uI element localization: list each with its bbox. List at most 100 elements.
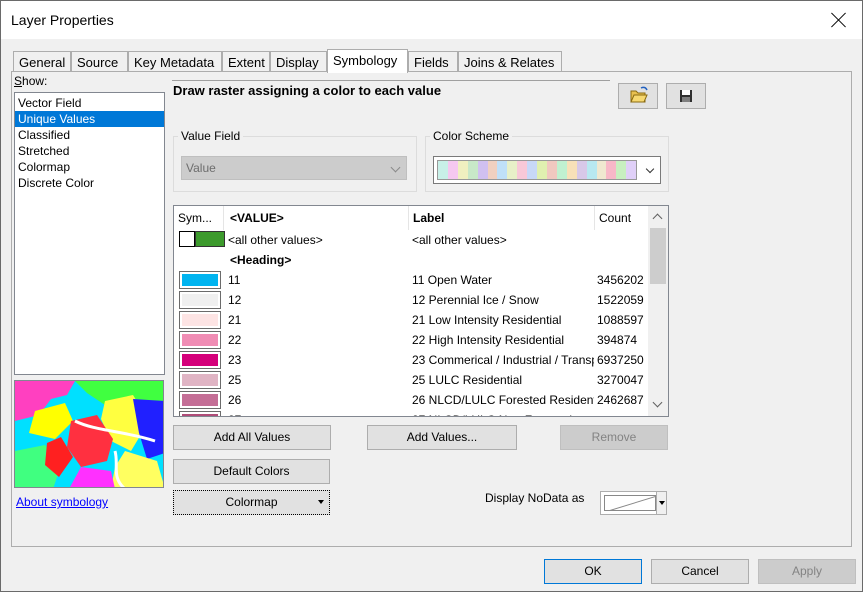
other-values-swatch-outline	[179, 231, 195, 247]
tab-display[interactable]: Display	[270, 51, 327, 72]
table-row[interactable]: 26 26 NLCD/LULC Forested Residential 24626…	[174, 390, 647, 410]
save-disk-icon	[680, 90, 692, 102]
table-row[interactable]: 21 21 Low Intensity Residential 1088597	[174, 310, 647, 330]
symbol-swatch[interactable]	[179, 291, 221, 309]
show-label-text: how:	[22, 74, 48, 88]
other-values-swatch-fill	[195, 231, 225, 247]
row-count: 2462687	[597, 393, 644, 407]
chevron-down-icon	[390, 162, 401, 173]
nodata-color-swatch	[604, 495, 656, 511]
ok-button[interactable]: OK	[544, 559, 642, 584]
symbol-swatch[interactable]	[179, 391, 221, 409]
color-ramp-swatch	[626, 161, 637, 179]
color-scheme-select[interactable]	[433, 156, 661, 184]
symbol-swatch[interactable]	[179, 331, 221, 349]
window-title: Layer Properties	[11, 12, 114, 28]
row-count: 1088597	[597, 313, 644, 327]
table-row-heading[interactable]: <Heading>	[174, 250, 647, 270]
table-row-all-other[interactable]: <all other values> <all other values>	[174, 230, 647, 250]
about-symbology-link[interactable]: About symbology	[16, 495, 108, 509]
row-label: 12 Perennial Ice / Snow	[412, 293, 539, 307]
scroll-up-icon[interactable]	[652, 213, 663, 224]
color-ramp-swatch	[507, 161, 518, 179]
no-color-icon	[609, 496, 655, 510]
header-label[interactable]: Label	[409, 206, 595, 230]
symbol-swatch[interactable]	[179, 411, 221, 416]
layer-properties-dialog: Layer Properties General Source Key Meta…	[0, 0, 863, 592]
table-row[interactable]: 25 25 LULC Residential 3270047	[174, 370, 647, 390]
color-ramp-swatch	[477, 161, 488, 179]
table-row[interactable]: 11 11 Open Water 3456202	[174, 270, 647, 290]
table-row[interactable]: 23 23 Commerical / Industrial / Transport…	[174, 350, 647, 370]
show-item-classified[interactable]: Classified	[15, 127, 164, 143]
row-label: 27 NLCD/LULC Non-Forested	[412, 413, 594, 416]
add-all-values-button[interactable]: Add All Values	[173, 425, 331, 450]
preview-map-graphic	[15, 381, 163, 487]
row-label: 21 Low Intensity Residential	[412, 313, 562, 327]
tab-joins-relates[interactable]: Joins & Relates	[458, 51, 562, 72]
unique-values-grid[interactable]: Sym... <VALUE> Label Count <all other va…	[173, 205, 669, 417]
row-value: 22	[228, 333, 242, 347]
colormap-menu-button[interactable]: Colormap	[173, 490, 330, 515]
show-item-vector-field[interactable]: Vector Field	[15, 95, 164, 111]
show-list[interactable]: Vector Field Unique Values Classified St…	[14, 92, 165, 375]
value-field-select[interactable]: Value	[181, 156, 407, 180]
show-item-stretched[interactable]: Stretched	[15, 143, 164, 159]
symbol-swatch[interactable]	[179, 351, 221, 369]
renderer-description: Draw raster assigning a color to each va…	[172, 80, 610, 110]
show-item-colormap[interactable]: Colormap	[15, 159, 164, 175]
remove-button[interactable]: Remove	[560, 425, 668, 450]
row-value: 11	[228, 273, 241, 287]
symbol-swatch[interactable]	[179, 311, 221, 329]
tab-general[interactable]: General	[13, 51, 71, 72]
tab-key-metadata[interactable]: Key Metadata	[128, 51, 222, 72]
color-ramp-swatch	[537, 161, 547, 179]
symbol-swatch[interactable]	[179, 371, 221, 389]
nodata-color-picker[interactable]	[600, 491, 667, 515]
cancel-button[interactable]: Cancel	[651, 559, 749, 584]
color-ramp-swatch	[596, 161, 607, 179]
grid-vertical-scrollbar[interactable]	[648, 206, 668, 416]
show-item-unique-values[interactable]: Unique Values	[15, 111, 164, 127]
table-row[interactable]: 27 27 NLCD/LULC Non-Forested	[174, 410, 647, 416]
show-label: Show:	[14, 74, 47, 88]
tab-fields[interactable]: Fields	[408, 51, 458, 72]
tab-symbology[interactable]: Symbology	[327, 49, 408, 73]
symbol-swatch-fill	[181, 353, 219, 367]
default-colors-button[interactable]: Default Colors	[173, 459, 330, 484]
color-ramp-swatch	[517, 161, 528, 179]
row-count: 3270047	[597, 373, 644, 387]
color-ramp-swatch	[616, 161, 627, 179]
symbol-swatch[interactable]	[179, 271, 221, 289]
open-layer-file-button[interactable]	[618, 83, 658, 109]
scroll-down-icon[interactable]	[652, 397, 663, 408]
row-value: 23	[228, 353, 242, 367]
value-field-label: Value Field	[178, 129, 244, 143]
apply-button[interactable]: Apply	[758, 559, 856, 584]
table-row[interactable]: 12 12 Perennial Ice / Snow 1522059	[174, 290, 647, 310]
color-ramp-swatch	[586, 161, 597, 179]
tab-source[interactable]: Source	[71, 51, 128, 72]
show-item-discrete-color[interactable]: Discrete Color	[15, 175, 164, 191]
symbol-swatch-fill	[181, 393, 219, 407]
color-ramp-swatch	[546, 161, 557, 179]
row-value: <all other values>	[228, 233, 323, 247]
close-icon[interactable]	[828, 9, 850, 31]
color-ramp-swatch	[487, 161, 498, 179]
color-ramp-swatch	[576, 161, 587, 179]
chevron-down-icon[interactable]	[656, 492, 666, 514]
header-count[interactable]: Count	[595, 206, 647, 230]
header-value[interactable]: <VALUE>	[224, 206, 409, 230]
header-symbol[interactable]: Sym...	[174, 206, 224, 230]
add-values-button[interactable]: Add Values...	[367, 425, 517, 450]
color-ramp-swatch	[457, 161, 468, 179]
save-layer-file-button[interactable]	[666, 83, 706, 109]
value-field-selected: Value	[186, 161, 216, 175]
tab-extent[interactable]: Extent	[222, 51, 270, 72]
table-row[interactable]: 22 22 High Intensity Residential 394874	[174, 330, 647, 350]
color-ramp-swatch	[497, 161, 508, 179]
row-value: 25	[228, 373, 242, 387]
row-label: 23 Commerical / Industrial / Transportat…	[412, 353, 594, 367]
row-heading: <Heading>	[230, 253, 292, 267]
scroll-thumb[interactable]	[650, 228, 666, 284]
